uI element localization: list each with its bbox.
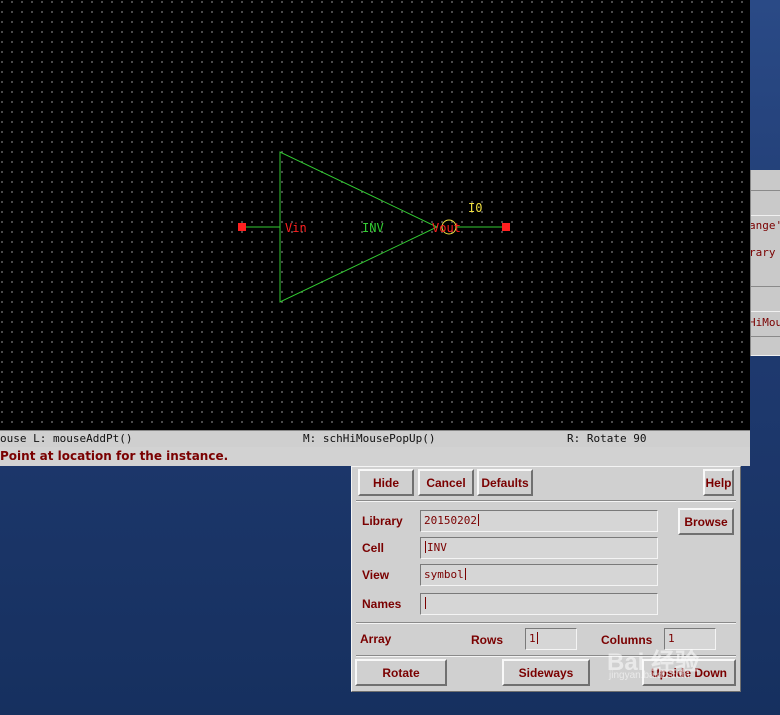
input-pin-label: Vin bbox=[285, 221, 307, 235]
form-separator bbox=[356, 655, 736, 657]
library-value: 20150202 bbox=[424, 514, 477, 527]
names-label: Names bbox=[362, 597, 402, 611]
schematic-canvas[interactable]: Vin Vout INV I0 bbox=[0, 0, 750, 430]
cell-label: Cell bbox=[362, 541, 385, 555]
form-separator bbox=[356, 500, 736, 502]
cancel-button[interactable]: Cancel bbox=[418, 469, 474, 496]
hide-button[interactable]: Hide bbox=[358, 469, 414, 496]
mouse-right-binding: R: Rotate 90 bbox=[567, 432, 647, 445]
text-cursor bbox=[464, 568, 466, 580]
output-pin-label: Vout bbox=[432, 221, 461, 235]
cell-name-label: INV bbox=[362, 221, 384, 235]
view-value: symbol bbox=[424, 568, 464, 581]
text-cursor bbox=[477, 514, 479, 526]
text-cursor bbox=[425, 541, 426, 553]
schematic-window: Vin Vout INV I0 ouse L: mouseAddPt() M: … bbox=[0, 0, 750, 466]
form-separator bbox=[356, 622, 736, 624]
prompt-bar: Point at location for the instance. bbox=[0, 447, 750, 466]
mouse-left-binding: ouse L: mouseAddPt() bbox=[0, 432, 133, 445]
input-pin-square[interactable] bbox=[238, 223, 246, 231]
columns-value: 1 bbox=[668, 632, 675, 645]
library-field[interactable]: 20150202 bbox=[420, 510, 658, 532]
cell-value: INV bbox=[427, 541, 447, 554]
rows-value: 1 bbox=[529, 632, 536, 645]
rotate-button[interactable]: Rotate bbox=[355, 659, 447, 686]
browse-button[interactable]: Browse bbox=[678, 508, 734, 535]
mouse-binding-bar: ouse L: mouseAddPt() M: schHiMousePopUp(… bbox=[0, 430, 750, 448]
library-label: Library bbox=[362, 514, 403, 528]
cell-field[interactable]: INV bbox=[420, 537, 658, 559]
columns-field[interactable]: 1 bbox=[664, 628, 716, 650]
help-button[interactable]: Help bbox=[703, 469, 734, 496]
background-window[interactable]: ange' rary HiMou bbox=[750, 170, 780, 356]
upside-down-button[interactable]: Upside Down bbox=[642, 659, 736, 686]
view-label: View bbox=[362, 568, 390, 582]
columns-label: Columns bbox=[601, 633, 653, 647]
rows-label: Rows bbox=[471, 633, 504, 647]
view-field[interactable]: symbol bbox=[420, 564, 658, 586]
inverter-symbol: Vin Vout INV I0 bbox=[238, 151, 510, 303]
names-field[interactable] bbox=[420, 593, 658, 615]
output-pin-square[interactable] bbox=[502, 223, 510, 231]
instance-name-label: I0 bbox=[468, 201, 482, 215]
mouse-middle-binding: M: schHiMousePopUp() bbox=[303, 432, 436, 445]
array-label: Array bbox=[360, 632, 392, 646]
prompt-text: Point at location for the instance. bbox=[0, 449, 229, 463]
rows-field[interactable]: 1 bbox=[525, 628, 577, 650]
text-cursor bbox=[536, 632, 538, 644]
background-window-text-2: rary bbox=[750, 246, 776, 259]
defaults-button[interactable]: Defaults bbox=[477, 469, 533, 496]
text-cursor bbox=[425, 597, 426, 609]
background-window-text-1: ange' bbox=[750, 219, 780, 232]
sideways-button[interactable]: Sideways bbox=[502, 659, 590, 686]
add-instance-form: Hide Cancel Defaults Help Library 201502… bbox=[351, 466, 741, 692]
background-window-text-3: HiMou bbox=[750, 316, 780, 329]
